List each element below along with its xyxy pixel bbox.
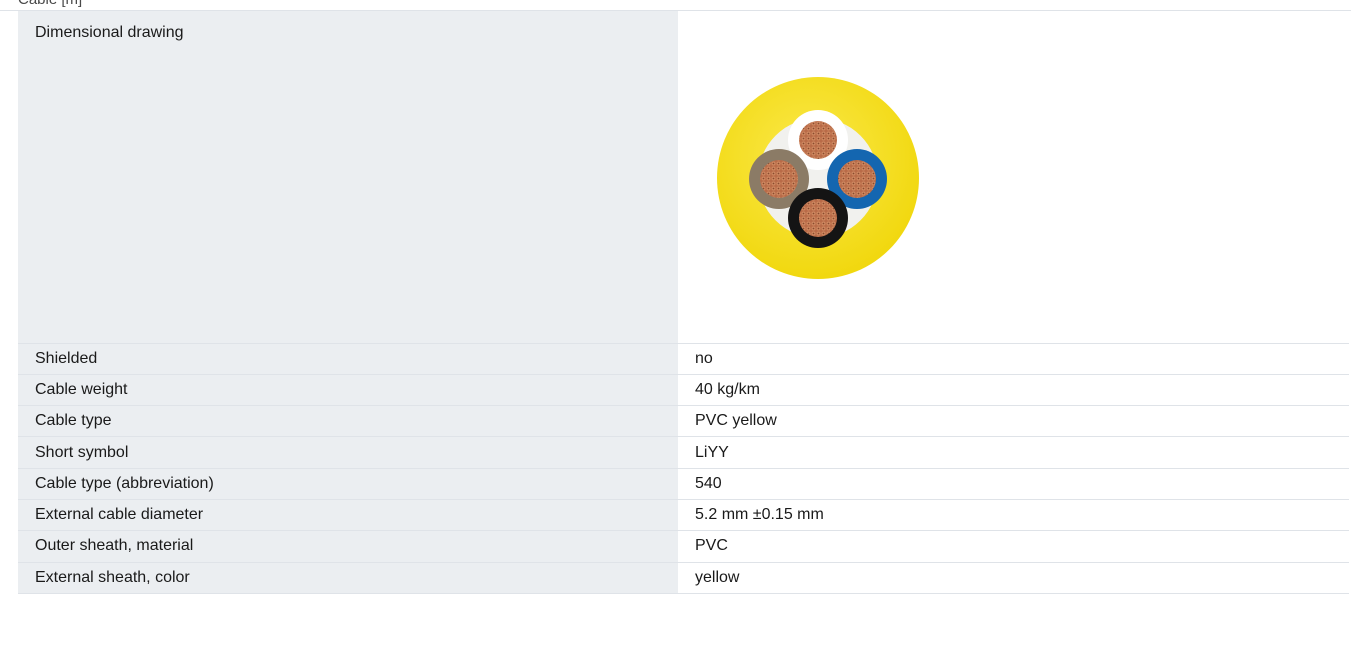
dimensional-drawing-label: Dimensional drawing <box>18 11 678 344</box>
spec-row-external-sheath-color: External sheath, color yellow <box>18 562 1349 594</box>
spec-value: yellow <box>678 562 1349 594</box>
spec-row-cable-weight: Cable weight 40 kg/km <box>18 374 1349 407</box>
spec-row-shielded: Shielded no <box>18 343 1349 375</box>
dimensional-drawing-row: Dimensional drawing <box>18 11 1349 344</box>
spec-value: LiYY <box>678 436 1349 469</box>
previous-row-cutoff: Cable [m] <box>0 0 1351 11</box>
spec-label: Cable type <box>18 405 678 438</box>
spec-row-external-cable-diameter: External cable diameter 5.2 mm ±0.15 mm <box>18 499 1349 532</box>
spec-label: Cable weight <box>18 374 678 407</box>
spec-label: Outer sheath, material <box>18 530 678 563</box>
conductor-white-core <box>799 121 837 159</box>
cutoff-text: Cable [m] <box>18 0 82 8</box>
spec-label: Short symbol <box>18 436 678 469</box>
product-spec-page: Cable [m] Dimensional drawing <box>0 0 1351 657</box>
technical-data-table: Dimensional drawing Shielded no Cable we… <box>18 11 1349 594</box>
conductor-brown-core <box>760 160 798 198</box>
spec-row-cable-type: Cable type PVC yellow <box>18 405 1349 438</box>
spec-value: PVC yellow <box>678 405 1349 438</box>
spec-value: 5.2 mm ±0.15 mm <box>678 499 1349 532</box>
spec-value: no <box>678 343 1349 375</box>
spec-label: External sheath, color <box>18 562 678 594</box>
dimensional-drawing-cell <box>678 11 1349 344</box>
spec-row-outer-sheath-material: Outer sheath, material PVC <box>18 530 1349 563</box>
spec-row-cable-type-abbreviation: Cable type (abbreviation) 540 <box>18 468 1349 500</box>
spec-label: Cable type (abbreviation) <box>18 468 678 500</box>
spec-row-short-symbol: Short symbol LiYY <box>18 436 1349 469</box>
spec-value: 540 <box>678 468 1349 500</box>
spec-value: 40 kg/km <box>678 374 1349 407</box>
conductor-blue-core <box>838 160 876 198</box>
conductor-black-core <box>799 199 837 237</box>
cable-cross-section-image <box>717 77 919 279</box>
spec-value: PVC <box>678 530 1349 563</box>
spec-label: Shielded <box>18 343 678 375</box>
spec-label: External cable diameter <box>18 499 678 532</box>
